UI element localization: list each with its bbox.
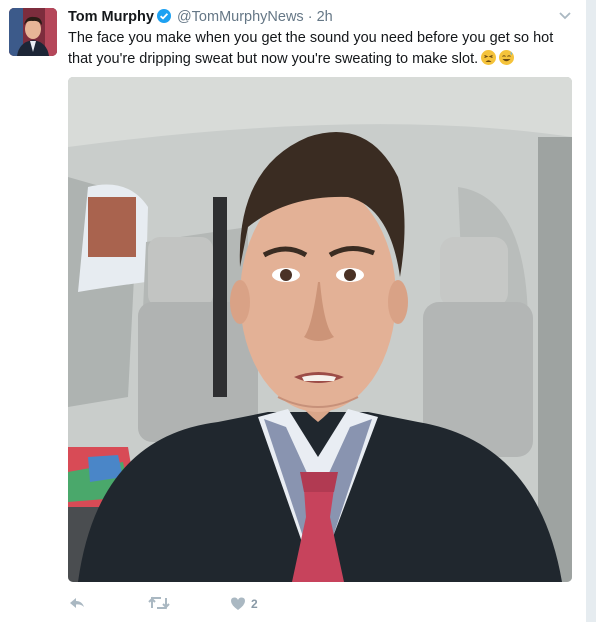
selfie-image [68,77,572,582]
tweet-card[interactable]: Tom Murphy @TomMurphyNews · 2h The face … [0,0,586,622]
like-button[interactable]: 2 [230,594,270,614]
author-name[interactable]: Tom Murphy [68,9,154,25]
separator: · [307,9,313,25]
reply-icon [70,598,84,608]
heart-icon [231,597,245,610]
retweet-icon [148,596,170,610]
tweet-photo[interactable] [68,77,572,582]
like-count: 2 [251,597,258,611]
chevron-down-icon[interactable] [558,8,572,27]
tweet-timestamp[interactable]: 2h [317,9,333,25]
reply-button[interactable] [68,594,86,614]
avatar[interactable] [9,8,57,56]
tired-face-emoji-icon [481,50,497,65]
author-handle[interactable]: @TomMurphyNews [177,9,304,25]
tweet-header: Tom Murphy @TomMurphyNews · 2h [68,8,333,26]
verified-badge-icon [156,9,171,23]
retweet-button[interactable] [148,594,170,614]
grinning-sweat-face-emoji-icon [499,50,515,65]
tweet-text: The face you make when you get the sound… [68,28,578,70]
